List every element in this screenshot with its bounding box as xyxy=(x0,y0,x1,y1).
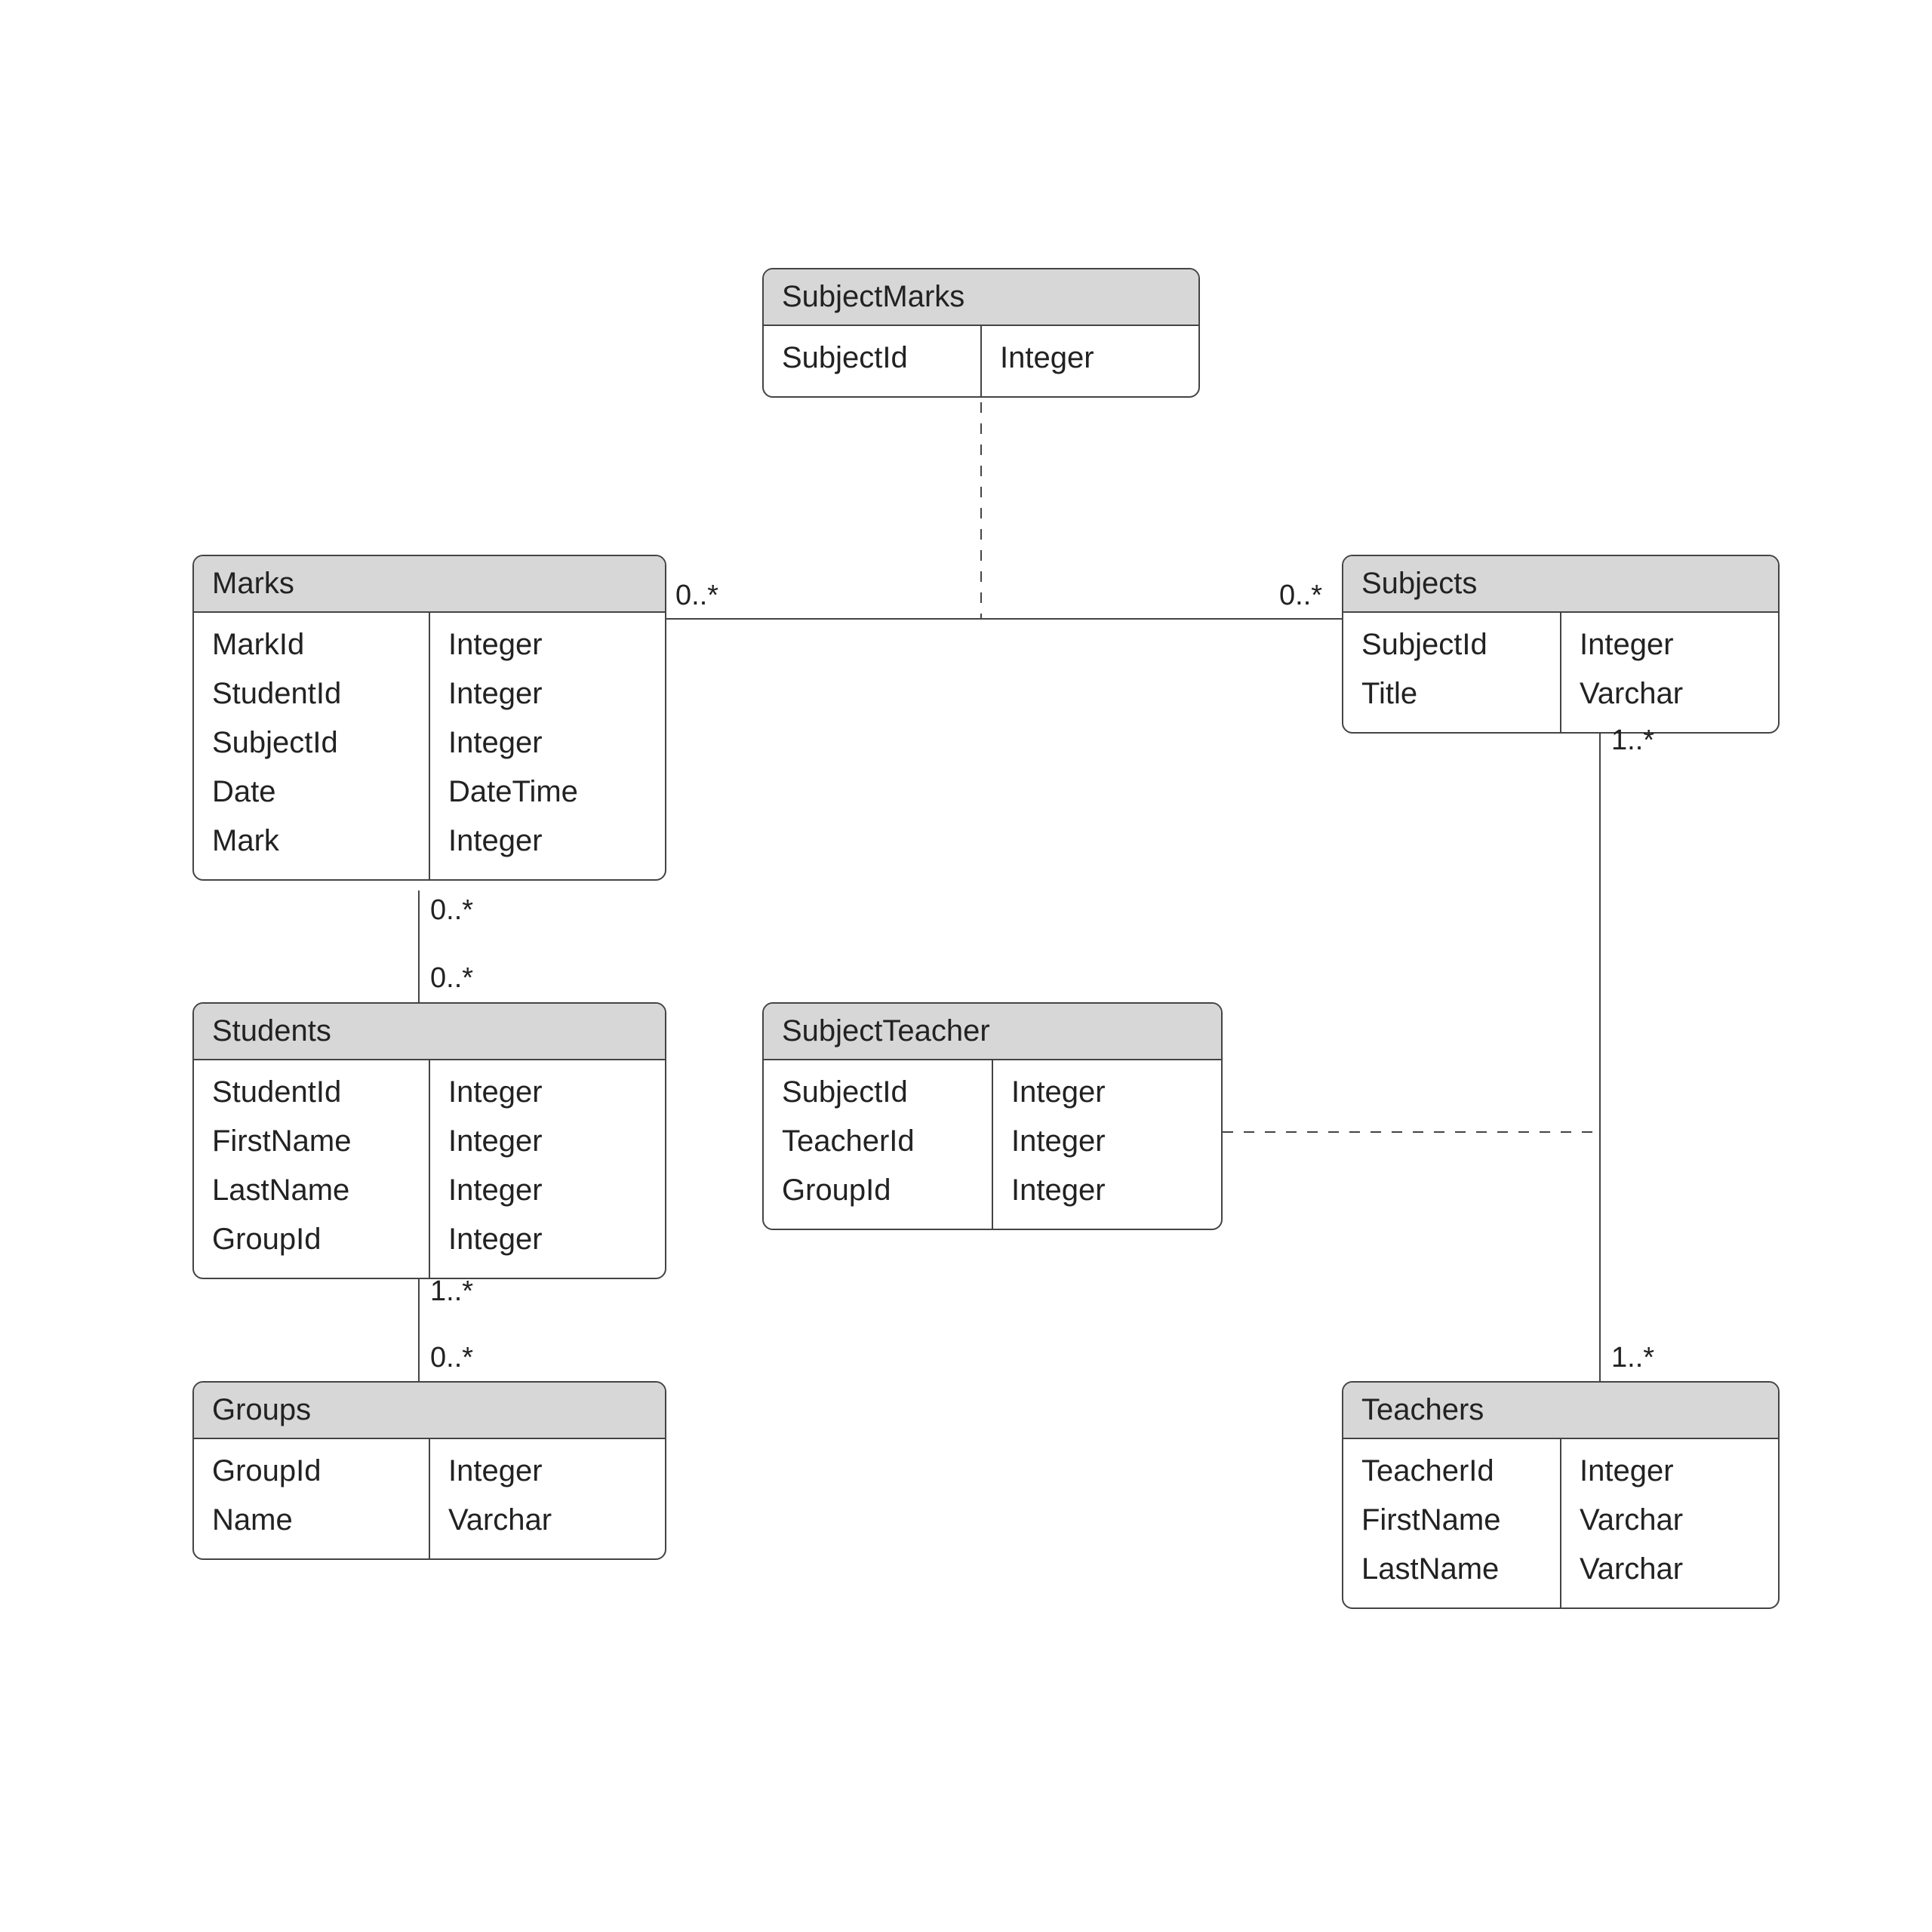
field-name: TeacherId xyxy=(1361,1447,1542,1496)
field-type: Integer xyxy=(1580,1447,1760,1496)
entity-subjectteacher: SubjectTeacher SubjectId TeacherId Group… xyxy=(762,1002,1223,1230)
multiplicity-label: 0..* xyxy=(430,894,473,927)
field-type: Integer xyxy=(448,1166,647,1215)
multiplicity-label: 1..* xyxy=(1611,724,1654,757)
entity-title: Marks xyxy=(194,556,665,613)
field-type: Integer xyxy=(448,718,647,768)
entity-marks: Marks MarkId StudentId SubjectId Date Ma… xyxy=(192,555,666,881)
entity-title: SubjectMarks xyxy=(764,269,1198,326)
field-type: Varchar xyxy=(1580,1496,1760,1545)
field-name: GroupId xyxy=(212,1447,411,1496)
field-type: Integer xyxy=(448,669,647,718)
field-name: SubjectId xyxy=(782,1068,974,1117)
multiplicity-label: 1..* xyxy=(1611,1342,1654,1374)
field-name: SubjectId xyxy=(782,334,962,383)
field-name: MarkId xyxy=(212,620,411,669)
field-name: GroupId xyxy=(782,1166,974,1215)
field-type: Varchar xyxy=(1580,1545,1760,1594)
field-name: LastName xyxy=(1361,1545,1542,1594)
field-name: LastName xyxy=(212,1166,411,1215)
field-type: Integer xyxy=(1011,1117,1203,1166)
field-name: Name xyxy=(212,1496,411,1545)
field-name: TeacherId xyxy=(782,1117,974,1166)
multiplicity-label: 0..* xyxy=(675,580,718,612)
entity-subjectmarks: SubjectMarks SubjectId Integer xyxy=(762,268,1200,398)
field-type: Integer xyxy=(448,620,647,669)
field-name: Title xyxy=(1361,669,1542,718)
field-name: Date xyxy=(212,768,411,817)
field-name: StudentId xyxy=(212,1068,411,1117)
field-type: Integer xyxy=(1011,1068,1203,1117)
entity-title: Students xyxy=(194,1004,665,1060)
field-name: FirstName xyxy=(1361,1496,1542,1545)
field-name: SubjectId xyxy=(1361,620,1542,669)
erd-canvas: SubjectMarks SubjectId Integer Marks Mar… xyxy=(0,0,1932,1932)
entity-title: Groups xyxy=(194,1383,665,1439)
entity-groups: Groups GroupId Name Integer Varchar xyxy=(192,1381,666,1560)
multiplicity-label: 0..* xyxy=(430,1342,473,1374)
entity-teachers: Teachers TeacherId FirstName LastName In… xyxy=(1342,1381,1780,1609)
field-name: FirstName xyxy=(212,1117,411,1166)
field-name: GroupId xyxy=(212,1215,411,1264)
field-type: Integer xyxy=(448,817,647,866)
entity-subjects: Subjects SubjectId Title Integer Varchar xyxy=(1342,555,1780,734)
multiplicity-label: 0..* xyxy=(1279,580,1322,612)
entity-students: Students StudentId FirstName LastName Gr… xyxy=(192,1002,666,1279)
multiplicity-label: 0..* xyxy=(430,962,473,995)
field-type: Integer xyxy=(1000,334,1180,383)
entity-title: Subjects xyxy=(1343,556,1778,613)
entity-title: Teachers xyxy=(1343,1383,1778,1439)
multiplicity-label: 1..* xyxy=(430,1275,473,1308)
field-type: DateTime xyxy=(448,768,647,817)
field-type: Integer xyxy=(448,1447,647,1496)
field-type: Varchar xyxy=(1580,669,1760,718)
field-type: Integer xyxy=(1011,1166,1203,1215)
entity-title: SubjectTeacher xyxy=(764,1004,1221,1060)
field-type: Integer xyxy=(448,1117,647,1166)
field-name: Mark xyxy=(212,817,411,866)
field-type: Integer xyxy=(1580,620,1760,669)
field-name: SubjectId xyxy=(212,718,411,768)
field-type: Integer xyxy=(448,1068,647,1117)
field-type: Integer xyxy=(448,1215,647,1264)
field-name: StudentId xyxy=(212,669,411,718)
field-type: Varchar xyxy=(448,1496,647,1545)
